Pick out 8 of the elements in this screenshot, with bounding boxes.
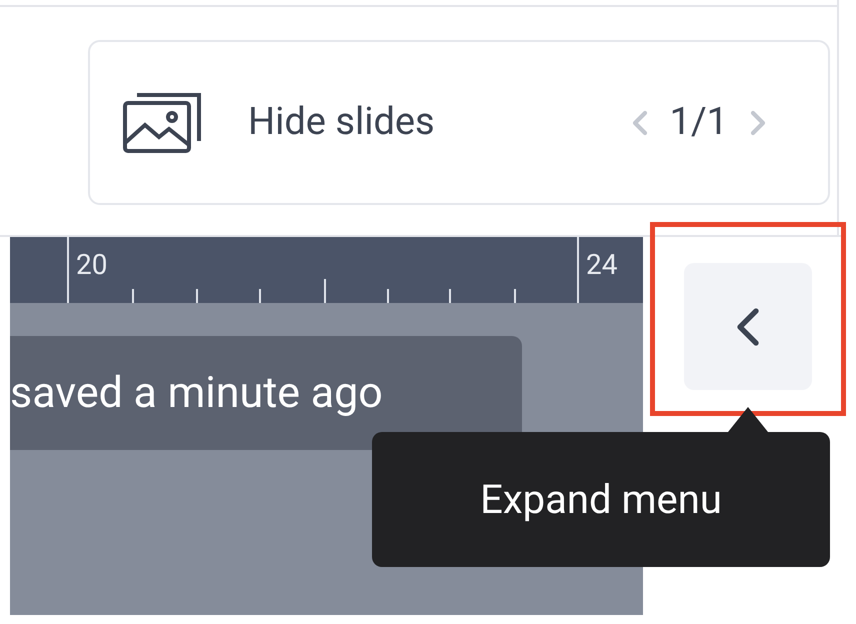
image-icon — [122, 90, 204, 154]
tooltip-text: Expand menu — [480, 474, 722, 524]
saved-toast: saved a minute ago — [10, 336, 522, 450]
expand-menu-button[interactable] — [684, 263, 812, 390]
ruler-label: 20 — [76, 251, 108, 279]
hide-slides-button[interactable]: Hide slides — [122, 90, 435, 154]
ruler-label: 24 — [586, 251, 618, 279]
page-indicator: 1/1 — [670, 99, 728, 146]
